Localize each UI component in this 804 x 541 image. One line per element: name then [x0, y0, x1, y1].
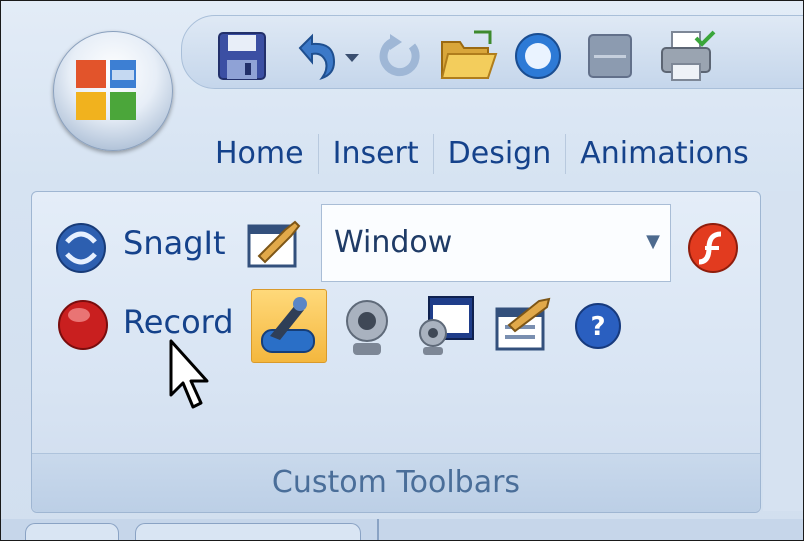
record-settings-button[interactable]: [251, 289, 327, 363]
blank-icon[interactable]: [584, 30, 636, 82]
capture-mode-value: Window: [334, 225, 453, 260]
webcam-icon[interactable]: [339, 297, 395, 363]
svg-text:?: ?: [590, 312, 605, 342]
record-icon[interactable]: [55, 297, 111, 357]
ribbon-tabs: Home Insert Design Animations: [201, 125, 763, 183]
slides-pane-tab[interactable]: [25, 523, 119, 540]
ribbon-background: [763, 191, 803, 511]
dropdown-arrow-icon[interactable]: ▼: [646, 231, 660, 252]
tab-insert[interactable]: Insert: [319, 131, 433, 177]
mouse-cursor-icon: [167, 339, 215, 417]
document-area-edge: [1, 519, 803, 540]
open-folder-icon[interactable]: [438, 30, 498, 82]
tab-design[interactable]: Design: [434, 131, 566, 177]
undo-icon[interactable]: [292, 30, 344, 82]
office-logo-icon: [76, 60, 136, 120]
snagit-icon[interactable]: [53, 220, 109, 280]
outline-pane-tab[interactable]: [135, 523, 361, 540]
quick-access-toolbar: [181, 15, 803, 89]
record-profile-icon[interactable]: [491, 295, 553, 357]
powerpoint-window: Home Insert Design Animations Custom Too…: [0, 0, 804, 541]
webcam-screen-icon[interactable]: [415, 293, 477, 361]
snagit-profile-icon[interactable]: [245, 218, 305, 278]
flash-icon[interactable]: [685, 220, 741, 280]
save-icon[interactable]: [216, 30, 268, 82]
redo-icon[interactable]: [372, 30, 424, 82]
circle-icon[interactable]: [512, 30, 564, 82]
pane-divider[interactable]: [377, 519, 379, 540]
help-icon[interactable]: ?: [573, 301, 623, 355]
undo-dropdown-icon[interactable]: [342, 30, 362, 82]
record-button-label[interactable]: Record: [123, 303, 234, 341]
print-icon[interactable]: [658, 30, 718, 82]
capture-mode-select[interactable]: Window ▼: [321, 204, 671, 282]
group-label: Custom Toolbars: [32, 453, 760, 512]
office-button[interactable]: [53, 31, 173, 151]
snagit-button-label[interactable]: SnagIt: [123, 224, 226, 262]
tab-animations[interactable]: Animations: [566, 131, 763, 177]
tab-home[interactable]: Home: [201, 131, 318, 177]
record-settings-icon: [261, 297, 315, 353]
